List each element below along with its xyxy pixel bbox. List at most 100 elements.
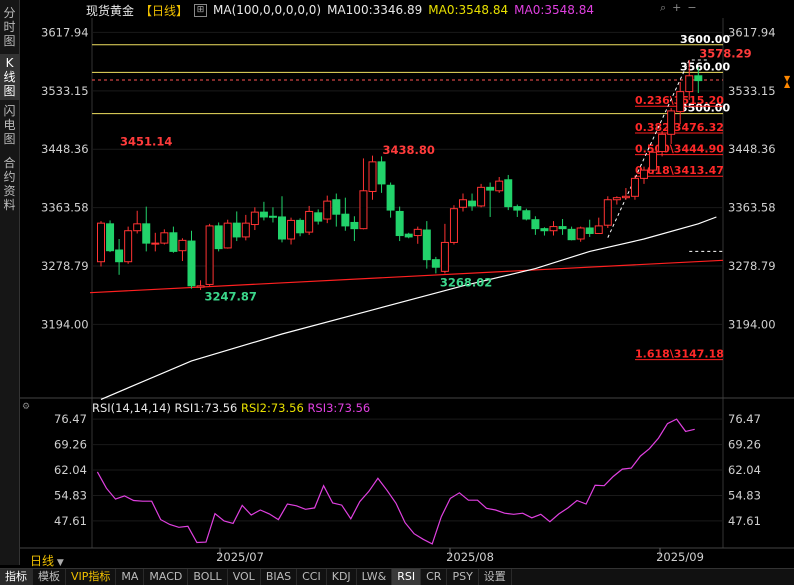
fib-label: 0.382\3476.32	[635, 121, 724, 134]
candle-body	[332, 199, 341, 215]
candle-body	[630, 177, 639, 197]
price-tick-left: 3617.94	[41, 25, 89, 39]
fib-label: 0.618\3413.47	[635, 164, 724, 177]
tab-rsi[interactable]: RSI	[392, 569, 422, 585]
candle-body	[341, 213, 350, 227]
candle-body	[151, 242, 160, 245]
candle-body	[196, 285, 205, 288]
candle-body	[259, 211, 268, 218]
tab-vol[interactable]: VOL	[228, 569, 261, 585]
tab-[interactable]: 设置	[479, 569, 512, 585]
candle-body	[685, 75, 694, 93]
candle-body	[106, 223, 115, 252]
tab-cr[interactable]: CR	[421, 569, 448, 585]
tab-ma[interactable]: MA	[116, 569, 145, 585]
price-annotation: 3451.14	[120, 134, 172, 148]
tab-boll[interactable]: BOLL	[188, 569, 228, 585]
price-marker-icon: ▲	[784, 80, 791, 89]
tab-cci[interactable]: CCI	[297, 569, 327, 585]
candle-body	[694, 75, 703, 82]
candle-body	[603, 199, 612, 226]
candle-body	[477, 186, 486, 207]
candle-body	[124, 230, 133, 263]
tab-psy[interactable]: PSY	[447, 569, 479, 585]
candle-body	[513, 206, 522, 211]
price-tick-left: 3363.58	[41, 201, 89, 215]
candle-body	[468, 200, 477, 207]
tab-[interactable]: 指标	[0, 569, 33, 585]
candle-body	[287, 219, 296, 240]
rsi3-value: RSI3:73.56	[307, 401, 371, 415]
candle-body	[540, 228, 549, 232]
ma0-value-b: MA0:3548.84	[514, 3, 594, 17]
search-icon[interactable]: ⌕	[660, 1, 666, 15]
price-tick-left: 3448.36	[41, 142, 89, 156]
tab-bias[interactable]: BIAS	[261, 569, 298, 585]
rsi-line	[96, 418, 695, 545]
candle-body	[522, 210, 531, 220]
candle-body	[377, 161, 386, 185]
candle-body	[422, 229, 431, 261]
candle-body	[241, 222, 250, 238]
price-tick-right: 3448.36	[728, 142, 776, 156]
tab-vip[interactable]: VIP指标	[66, 569, 117, 585]
tab-kdj[interactable]: KDJ	[327, 569, 357, 585]
candle-body	[404, 233, 413, 238]
candle-body	[576, 227, 585, 240]
chart-header: 现货黄金 【日线】 ⊞ MA(100,0,0,0,0,0) MA100:3346…	[86, 1, 594, 19]
period-text: 日线	[30, 554, 55, 568]
candle-body	[395, 210, 404, 237]
candle-body	[223, 222, 232, 249]
tab-macd[interactable]: MACD	[144, 569, 189, 585]
candle-body	[359, 190, 368, 230]
candle-body	[567, 228, 576, 241]
candle-body	[449, 208, 458, 243]
ma-params[interactable]: MA(100,0,0,0,0,0)	[213, 3, 321, 17]
price-annotation: 3247.87	[205, 289, 257, 303]
candle-body	[250, 211, 259, 226]
rsi-tick-right: 62.04	[728, 463, 761, 477]
price-tick-right: 3278.79	[728, 259, 776, 273]
candle-body	[495, 180, 504, 192]
candle-body	[115, 249, 124, 263]
level-label: 3560.00	[680, 60, 730, 73]
rsi-tick-left: 62.04	[54, 463, 87, 477]
candle-body	[314, 212, 323, 222]
candle-body	[504, 179, 513, 208]
candle-body	[658, 133, 667, 153]
price-annotation: 3268.02	[440, 275, 492, 289]
candle-body	[214, 225, 223, 250]
price-annotation: 3578.29	[699, 47, 751, 61]
x-axis-label: 2025/08	[446, 550, 494, 564]
minus-icon[interactable]: −	[687, 1, 696, 15]
tab-[interactable]: 模板	[33, 569, 66, 585]
candle-body	[386, 184, 395, 211]
price-tick-right: 3533.15	[728, 84, 776, 98]
candle-body	[459, 199, 467, 208]
candle-body	[350, 221, 359, 230]
instrument-name: 现货黄金	[86, 3, 135, 18]
rsi-params[interactable]: RSI(14,14,14)	[92, 401, 171, 415]
period-label[interactable]: 【日线】	[140, 2, 188, 19]
candle-body	[160, 232, 169, 244]
period-selector[interactable]: 日线 ▼	[30, 552, 64, 569]
candle-body	[440, 241, 449, 272]
rsi-tick-left: 76.47	[54, 412, 87, 426]
expand-icon[interactable]: ⊞	[194, 3, 208, 17]
gear-icon: ⚙	[22, 402, 30, 412]
candle-body	[305, 210, 314, 233]
price-tick-left: 3533.15	[41, 84, 89, 98]
tab-lw[interactable]: LW&	[357, 569, 393, 585]
candle-body	[268, 215, 277, 218]
candle-body	[649, 151, 658, 171]
price-tick-right: 3363.58	[728, 201, 776, 215]
candle-body	[169, 232, 178, 252]
price-tick-right: 3617.94	[728, 25, 776, 39]
candle-body	[232, 222, 241, 238]
candle-body	[549, 226, 558, 232]
rsi-tick-left: 47.61	[54, 514, 87, 528]
price-chart: 3600.003560.003500.00▼▲0.236\3515.200.38…	[20, 18, 794, 564]
candle-body	[621, 195, 630, 199]
plus-icon[interactable]: +	[672, 1, 681, 15]
candle-body	[205, 225, 214, 285]
